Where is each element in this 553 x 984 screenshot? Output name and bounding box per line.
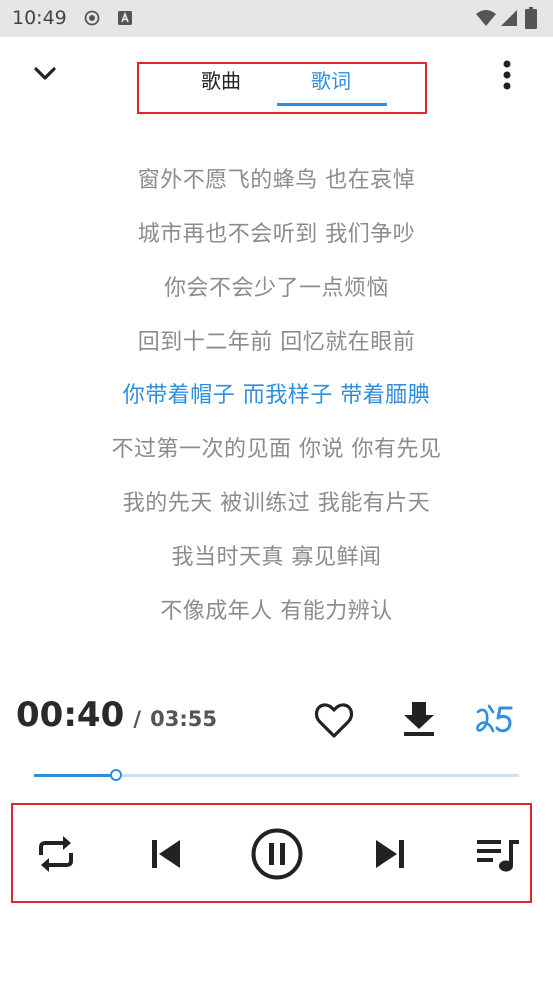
lyric-line: 窗外不愿飞的蜂鸟 也在哀悼 xyxy=(137,168,416,193)
time-separator: / xyxy=(133,707,141,731)
tab-lyrics[interactable]: 歌词 xyxy=(311,65,351,94)
playback-controls xyxy=(11,803,532,903)
battery-icon xyxy=(525,7,537,29)
skip-next-icon[interactable] xyxy=(367,833,409,875)
repeat-icon[interactable] xyxy=(33,831,79,877)
lyric-line: 你会不会少了一点烦恼 xyxy=(163,276,389,301)
lyric-line: 回到十二年前 回忆就在眼前 xyxy=(137,330,416,355)
total-time: 03:55 xyxy=(150,707,217,731)
record-icon xyxy=(84,10,100,26)
pause-icon[interactable] xyxy=(249,826,305,882)
playlist-icon[interactable] xyxy=(475,831,523,877)
tab-bar: 歌曲 歌词 xyxy=(137,62,427,114)
lyric-line: 我当时天真 寡见鲜闻 xyxy=(171,545,382,570)
skip-previous-icon[interactable] xyxy=(147,833,189,875)
source-logo-icon[interactable] xyxy=(473,698,517,742)
tab-song[interactable]: 歌曲 xyxy=(201,65,241,94)
status-bar: 10:49 xyxy=(0,0,553,37)
a-app-icon xyxy=(118,11,132,25)
lyric-line-current: 你带着帽子 而我样子 带着腼腆 xyxy=(122,383,431,408)
heart-icon[interactable] xyxy=(312,698,356,742)
lyric-line: 不像成年人 有能力辨认 xyxy=(160,599,393,624)
lyric-line: 城市再也不会听到 我们争吵 xyxy=(137,222,416,247)
tab-active-indicator xyxy=(277,103,387,106)
current-time: 00:40 xyxy=(16,695,125,735)
signal-icon xyxy=(501,10,517,26)
seek-progress xyxy=(34,774,116,777)
lyrics-fade-bottom xyxy=(0,634,553,658)
download-icon[interactable] xyxy=(397,698,441,742)
seek-bar[interactable] xyxy=(34,766,519,786)
status-time: 10:49 xyxy=(12,7,67,29)
lyric-line: 我的先天 被训练过 我能有片天 xyxy=(122,491,431,516)
lyric-line: 不过第一次的见面 你说 你有先见 xyxy=(111,437,442,462)
chevron-down-icon[interactable] xyxy=(28,57,62,91)
playback-time: 00:40 / 03:55 xyxy=(16,695,217,735)
lyrics-view[interactable]: 窗外不愿飞的蜂鸟 也在哀悼 城市再也不会听到 我们争吵 你会不会少了一点烦恼 回… xyxy=(0,118,553,658)
app-header: 歌曲 歌词 xyxy=(0,37,553,117)
lyrics-fade-top xyxy=(0,118,553,140)
wifi-icon xyxy=(476,10,496,26)
more-vertical-icon[interactable] xyxy=(495,58,519,92)
seek-handle[interactable] xyxy=(110,769,122,781)
